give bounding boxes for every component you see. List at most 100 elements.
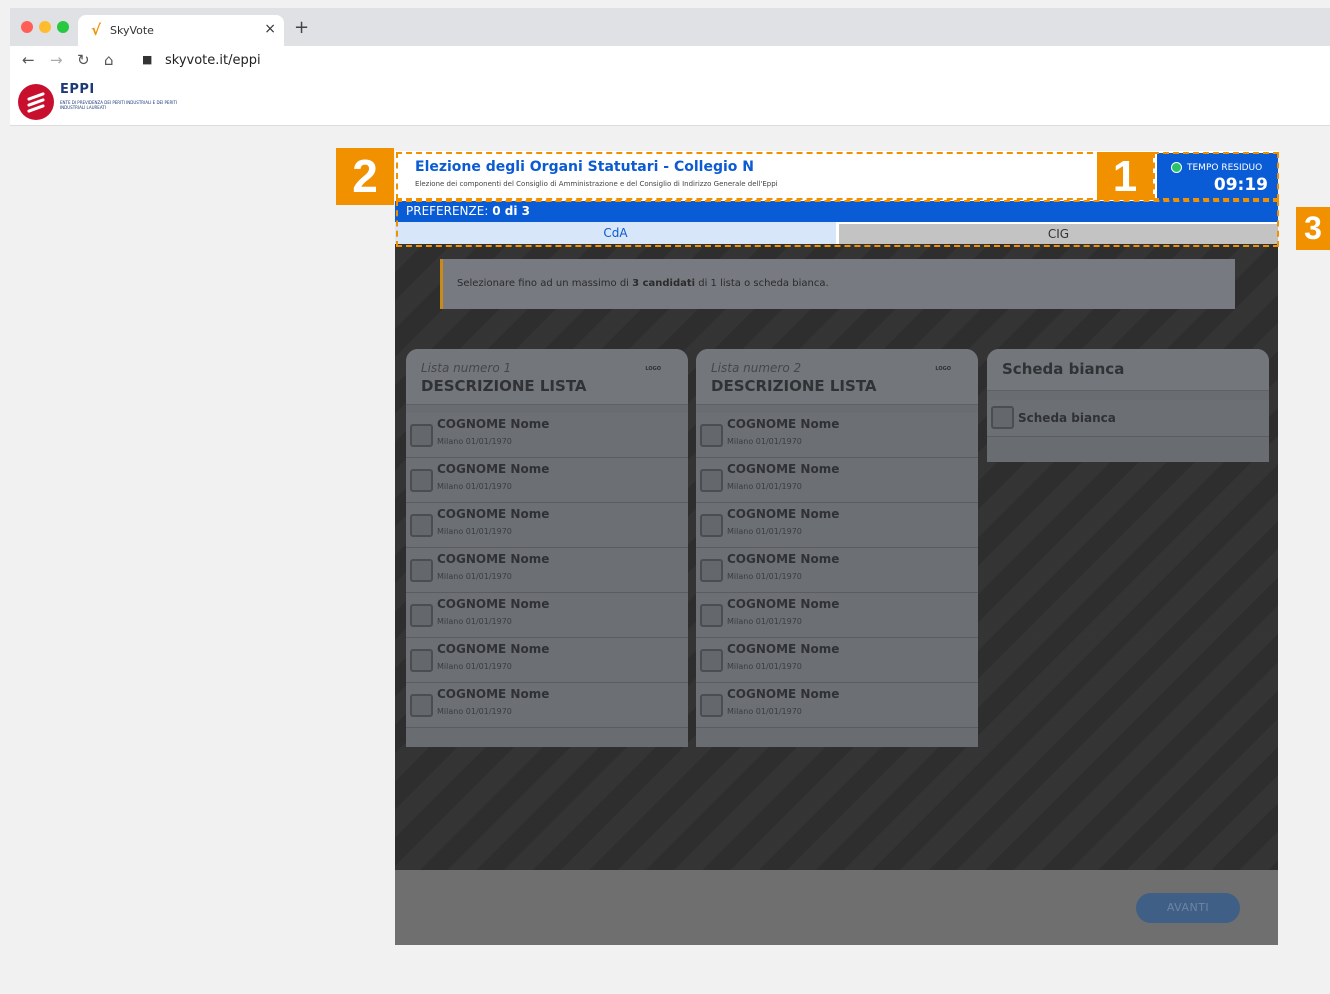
candidate-checkbox[interactable] <box>700 469 723 492</box>
browser-toolbar: ← → ↻ ⌂ ■ skyvote.it/eppi <box>10 46 1330 76</box>
blank-ballot-header: Scheda bianca <box>987 349 1269 391</box>
candidate-checkbox[interactable] <box>410 424 433 447</box>
blank-ballot-option[interactable]: Scheda bianca <box>987 400 1269 437</box>
site-header: EPPI ENTE DI PREVIDENZA DEI PERITI INDUS… <box>10 76 1330 126</box>
election-title: Elezione degli Organi Statutari - Colleg… <box>415 159 754 175</box>
candidate-checkbox[interactable] <box>700 649 723 672</box>
blank-ballot-card: Scheda bianca Scheda bianca <box>987 349 1269 462</box>
candidate-name: COGNOME Nome <box>437 507 550 521</box>
candidate-checkbox[interactable] <box>700 514 723 537</box>
preferences-bar: PREFERENZE: 0 di 3 <box>395 201 1278 222</box>
list-header[interactable]: Lista numero 1 DESCRIZIONE LISTA LOGO <box>406 349 688 405</box>
blank-ballot-label: Scheda bianca <box>1018 411 1116 425</box>
next-button[interactable]: AVANTI <box>1136 893 1240 923</box>
reload-icon[interactable]: ↻ <box>77 51 90 69</box>
candidate-row[interactable]: COGNOME Nome Milano 01/01/1970 <box>696 593 978 638</box>
list-card-2: Lista numero 2 DESCRIZIONE LISTA LOGO CO… <box>696 349 978 747</box>
list-header[interactable]: Lista numero 2 DESCRIZIONE LISTA LOGO <box>696 349 978 405</box>
candidate-info: Milano 01/01/1970 <box>437 437 512 446</box>
list-number: Lista numero 2 <box>711 361 802 375</box>
candidate-info: Milano 01/01/1970 <box>437 482 512 491</box>
candidate-row[interactable]: COGNOME Nome Milano 01/01/1970 <box>406 413 688 458</box>
candidate-info: Milano 01/01/1970 <box>727 572 802 581</box>
candidate-checkbox[interactable] <box>700 694 723 717</box>
candidate-name: COGNOME Nome <box>437 552 550 566</box>
forward-arrow-icon[interactable]: → <box>50 51 63 69</box>
candidate-name: COGNOME Nome <box>437 642 550 656</box>
candidate-info: Milano 01/01/1970 <box>727 437 802 446</box>
candidate-row[interactable]: COGNOME Nome Milano 01/01/1970 <box>406 548 688 593</box>
voting-panel: Elezione degli Organi Statutari - Colleg… <box>395 151 1278 945</box>
candidate-checkbox[interactable] <box>410 649 433 672</box>
candidate-info: Milano 01/01/1970 <box>437 707 512 716</box>
candidate-row[interactable]: COGNOME Nome Milano 01/01/1970 <box>406 458 688 503</box>
ballot-footer: AVANTI <box>395 870 1278 945</box>
candidate-info: Milano 01/01/1970 <box>727 662 802 671</box>
candidate-name: COGNOME Nome <box>437 597 550 611</box>
candidate-row[interactable]: COGNOME Nome Milano 01/01/1970 <box>406 683 688 728</box>
candidate-name: COGNOME Nome <box>727 507 840 521</box>
tab-cda[interactable]: CdA <box>395 222 836 244</box>
list-description: DESCRIZIONE LISTA <box>711 377 877 395</box>
ballot-content: Selezionare fino ad un massimo di 3 cand… <box>395 244 1278 870</box>
address-bar[interactable]: ■ skyvote.it/eppi <box>132 49 1322 73</box>
back-arrow-icon[interactable]: ← <box>22 51 35 69</box>
preferences-label: PREFERENZE: <box>406 204 489 218</box>
candidate-row[interactable]: COGNOME Nome Milano 01/01/1970 <box>406 593 688 638</box>
annotation-marker-3: 3 <box>1296 207 1330 250</box>
home-icon[interactable]: ⌂ <box>104 51 114 69</box>
close-tab-icon[interactable]: × <box>264 21 276 37</box>
annotation-marker-2: 2 <box>336 148 394 205</box>
candidate-checkbox[interactable] <box>410 559 433 582</box>
candidate-row[interactable]: COGNOME Nome Milano 01/01/1970 <box>696 503 978 548</box>
candidate-name: COGNOME Nome <box>437 462 550 476</box>
candidate-row[interactable]: COGNOME Nome Milano 01/01/1970 <box>696 413 978 458</box>
maximize-window-button[interactable] <box>57 21 69 33</box>
candidate-name: COGNOME Nome <box>437 417 550 431</box>
lock-icon: ■ <box>142 53 153 66</box>
candidate-row[interactable]: COGNOME Nome Milano 01/01/1970 <box>696 458 978 503</box>
candidate-checkbox[interactable] <box>700 559 723 582</box>
candidate-name: COGNOME Nome <box>727 462 840 476</box>
candidate-checkbox[interactable] <box>410 604 433 627</box>
tab-strip: √ SkyVote × + <box>10 8 1330 46</box>
candidate-list: COGNOME Nome Milano 01/01/1970 COGNOME No… <box>406 413 688 728</box>
candidate-info: Milano 01/01/1970 <box>437 572 512 581</box>
candidate-row[interactable]: COGNOME Nome Milano 01/01/1970 <box>696 638 978 683</box>
candidate-name: COGNOME Nome <box>727 642 840 656</box>
preferences-count: 0 di 3 <box>492 204 530 218</box>
blank-ballot-title: Scheda bianca <box>1002 360 1125 378</box>
candidate-checkbox[interactable] <box>410 514 433 537</box>
checkmark-icon: √ <box>91 21 102 39</box>
candidate-row[interactable]: COGNOME Nome Milano 01/01/1970 <box>406 638 688 683</box>
candidate-row[interactable]: COGNOME Nome Milano 01/01/1970 <box>696 683 978 728</box>
candidate-checkbox[interactable] <box>700 604 723 627</box>
candidate-row[interactable]: COGNOME Nome Milano 01/01/1970 <box>696 548 978 593</box>
url-text: skyvote.it/eppi <box>165 53 261 68</box>
candidate-list: COGNOME Nome Milano 01/01/1970 COGNOME No… <box>696 413 978 728</box>
candidate-info: Milano 01/01/1970 <box>727 482 802 491</box>
election-subtitle: Elezione dei componenti del Consiglio di… <box>415 180 778 188</box>
browser-tab[interactable]: √ SkyVote × <box>78 15 284 46</box>
ballot-tabs: CdA CIG <box>395 222 1278 244</box>
timer-label: TEMPO RESIDUO <box>1187 163 1263 173</box>
candidate-row[interactable]: COGNOME Nome Milano 01/01/1970 <box>406 503 688 548</box>
notice-text-end: di 1 lista o scheda bianca. <box>695 278 829 289</box>
candidate-name: COGNOME Nome <box>727 552 840 566</box>
candidate-name: COGNOME Nome <box>727 687 840 701</box>
notice-text: Selezionare fino ad un massimo di <box>457 278 633 289</box>
timer-value: 09:19 <box>1213 175 1268 195</box>
tab-cig[interactable]: CIG <box>839 224 1278 244</box>
blank-ballot-checkbox[interactable] <box>991 406 1014 429</box>
annotation-marker-1: 1 <box>1097 152 1153 201</box>
candidate-checkbox[interactable] <box>700 424 723 447</box>
eppi-logo-icon[interactable] <box>18 84 54 120</box>
remaining-time-box: TEMPO RESIDUO 09:19 <box>1157 153 1278 201</box>
candidate-checkbox[interactable] <box>410 694 433 717</box>
minimize-window-button[interactable] <box>39 21 51 33</box>
status-dot-icon <box>1171 162 1182 173</box>
new-tab-button[interactable]: + <box>294 17 309 38</box>
list-logo: LOGO <box>935 366 951 372</box>
close-window-button[interactable] <box>21 21 33 33</box>
candidate-checkbox[interactable] <box>410 469 433 492</box>
